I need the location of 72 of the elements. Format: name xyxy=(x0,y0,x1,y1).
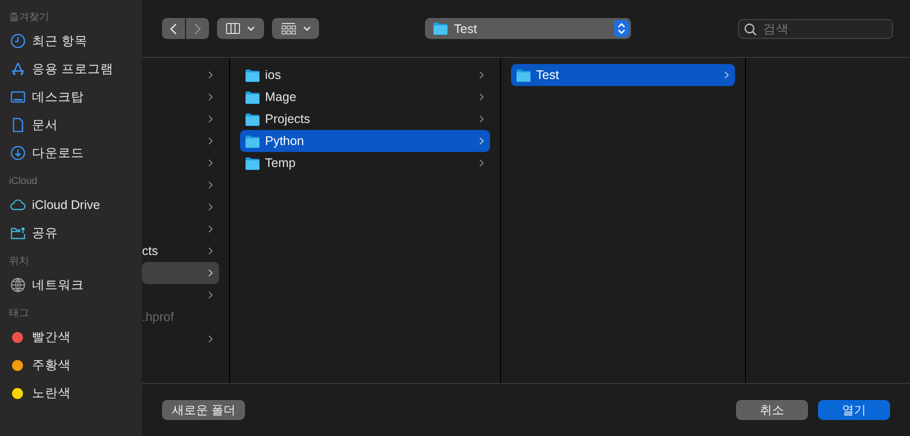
chevron-icon xyxy=(479,115,484,123)
sidebar-heading: 즐겨찾기 xyxy=(8,11,50,25)
back-button[interactable] xyxy=(162,18,185,39)
chevron-icon xyxy=(208,159,213,167)
icon-view-button[interactable] xyxy=(272,18,319,39)
cancel-button[interactable]: 취소 xyxy=(736,400,808,420)
folder-row[interactable]: Python xyxy=(240,130,490,152)
sidebar-item[interactable]: 응용 프로그램 xyxy=(0,55,142,83)
sidebar-item[interactable]: 노란색 xyxy=(0,379,142,407)
chevron-icon xyxy=(479,159,484,167)
sidebar-heading: iCloud xyxy=(8,175,38,189)
chevron-icon xyxy=(208,291,213,299)
chevron-icon xyxy=(208,137,213,145)
folder-row[interactable] xyxy=(142,262,219,284)
folder-row[interactable]: cts xyxy=(142,240,219,262)
sidebar-item[interactable]: 다운로드 xyxy=(0,139,142,167)
shared-folder-icon xyxy=(10,225,26,241)
forward-button[interactable] xyxy=(186,18,209,39)
sidebar-heading: 위치 xyxy=(8,255,30,269)
chevron-icon xyxy=(724,71,729,79)
folder-icon xyxy=(245,68,260,82)
folder-icon xyxy=(245,112,260,126)
search-field[interactable]: 검색 xyxy=(738,18,893,38)
folder-row[interactable]: Projects xyxy=(240,108,490,130)
location-popup[interactable]: Test xyxy=(425,18,631,39)
chevron-icon xyxy=(208,225,213,233)
desktop-icon xyxy=(10,89,26,105)
chevron-icon xyxy=(479,71,484,79)
sidebar-item[interactable]: 빨간색 xyxy=(0,323,142,351)
chevron-icon xyxy=(208,335,213,343)
chevron-icon xyxy=(479,93,484,101)
sidebar-item[interactable]: 문서 xyxy=(0,111,142,139)
new-folder-button[interactable]: 새로운 폴더 xyxy=(162,400,246,420)
folder-row[interactable]: Temp xyxy=(240,152,490,174)
sidebar-item[interactable]: 공유 xyxy=(0,219,142,247)
globe-icon xyxy=(10,277,26,293)
folder-row[interactable]: Mage xyxy=(240,86,490,108)
caret-icon xyxy=(247,26,255,31)
folder-icon xyxy=(245,134,260,148)
document-icon xyxy=(10,117,26,133)
sidebar-item[interactable]: iCloud Drive xyxy=(0,191,142,219)
cloud-icon xyxy=(10,197,26,213)
folder-row[interactable]: ios xyxy=(240,64,490,86)
folder-icon xyxy=(245,90,260,104)
columns-icon xyxy=(226,23,240,34)
sidebar-item[interactable]: 주황색 xyxy=(0,351,142,379)
sidebar-item[interactable]: 최근 항목 xyxy=(0,27,142,55)
open-button[interactable]: 열기 xyxy=(818,400,890,420)
sidebar-item[interactable]: 네트워크 xyxy=(0,271,142,299)
chevron-icon xyxy=(208,93,213,101)
app-store-icon xyxy=(10,61,26,77)
stepper-icon xyxy=(614,20,629,37)
folder-icon xyxy=(516,68,531,82)
chevron-icon xyxy=(208,71,213,79)
chevron-icon xyxy=(479,137,484,145)
clock-icon xyxy=(10,33,26,49)
chevron-icon xyxy=(208,247,213,255)
chevron-icon xyxy=(208,115,213,123)
caret-icon xyxy=(302,26,310,31)
chevron-left-icon xyxy=(170,22,177,34)
folder-icon xyxy=(433,22,448,35)
folder-icon xyxy=(245,156,260,170)
grid-icon xyxy=(280,22,296,34)
folder-row[interactable]: Test xyxy=(511,64,735,86)
download-icon xyxy=(10,145,26,161)
chevron-icon xyxy=(208,181,213,189)
chevron-icon xyxy=(208,203,213,211)
sidebar-heading: 태그 xyxy=(8,307,30,321)
column-view-button[interactable] xyxy=(217,18,264,39)
chevron-icon xyxy=(208,269,213,277)
sidebar-item[interactable]: 데스크탑 xyxy=(0,83,142,111)
chevron-right-icon xyxy=(194,22,201,34)
